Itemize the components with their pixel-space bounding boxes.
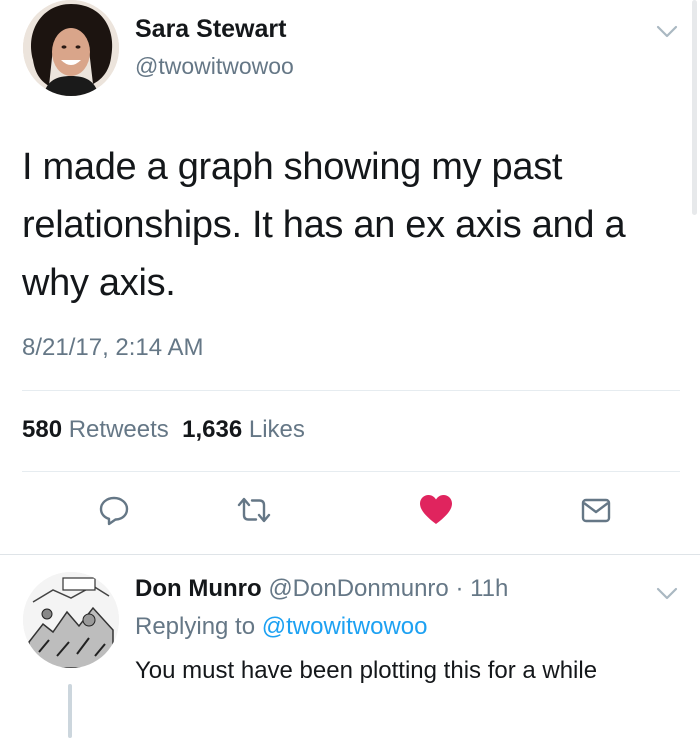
author-name[interactable]: Sara Stewart bbox=[135, 15, 286, 44]
retweet-button[interactable] bbox=[232, 492, 276, 532]
meta-separator: · bbox=[455, 575, 464, 602]
reply-text: You must have been plotting this for a w… bbox=[135, 657, 598, 684]
reply-author-handle[interactable]: @DonDonmunro bbox=[268, 575, 448, 602]
retweets-label[interactable]: Retweets bbox=[69, 416, 169, 443]
reply-author-avatar[interactable] bbox=[23, 572, 119, 668]
tweet-timestamp: 8/21/17, 2:14 AM bbox=[22, 334, 204, 361]
tweet-stats: 580 Retweets 1,636 Likes bbox=[22, 416, 305, 444]
reply-header: Don Munro @DonDonmunro · 11h bbox=[135, 575, 508, 603]
reply-button[interactable] bbox=[92, 492, 136, 532]
divider bbox=[22, 471, 680, 472]
reply-time[interactable]: 11h bbox=[470, 575, 508, 602]
author-avatar[interactable] bbox=[23, 0, 119, 96]
heart-icon bbox=[418, 493, 454, 532]
author-handle[interactable]: @twowitwowoo bbox=[135, 53, 294, 80]
retweet-icon bbox=[235, 493, 273, 532]
divider bbox=[22, 390, 680, 391]
message-icon bbox=[579, 493, 613, 532]
chevron-down-icon[interactable] bbox=[650, 576, 684, 610]
reply-icon bbox=[97, 493, 131, 532]
direct-message-button[interactable] bbox=[574, 492, 618, 532]
thread-line bbox=[68, 684, 72, 738]
like-button[interactable] bbox=[414, 492, 458, 532]
scrollbar[interactable] bbox=[692, 0, 697, 215]
likes-label[interactable]: Likes bbox=[249, 416, 305, 443]
likes-count[interactable]: 1,636 bbox=[182, 416, 242, 443]
chevron-down-icon[interactable] bbox=[650, 14, 684, 48]
replying-to-label: Replying to bbox=[135, 613, 256, 640]
divider bbox=[0, 554, 700, 555]
replying-to: Replying to @twowitwowoo bbox=[135, 613, 428, 641]
retweets-count[interactable]: 580 bbox=[22, 416, 62, 443]
tweet-text: I made a graph showing my past relations… bbox=[22, 146, 626, 304]
replying-to-handle[interactable]: @twowitwowoo bbox=[262, 613, 428, 640]
reply-author-name[interactable]: Don Munro bbox=[135, 575, 262, 602]
